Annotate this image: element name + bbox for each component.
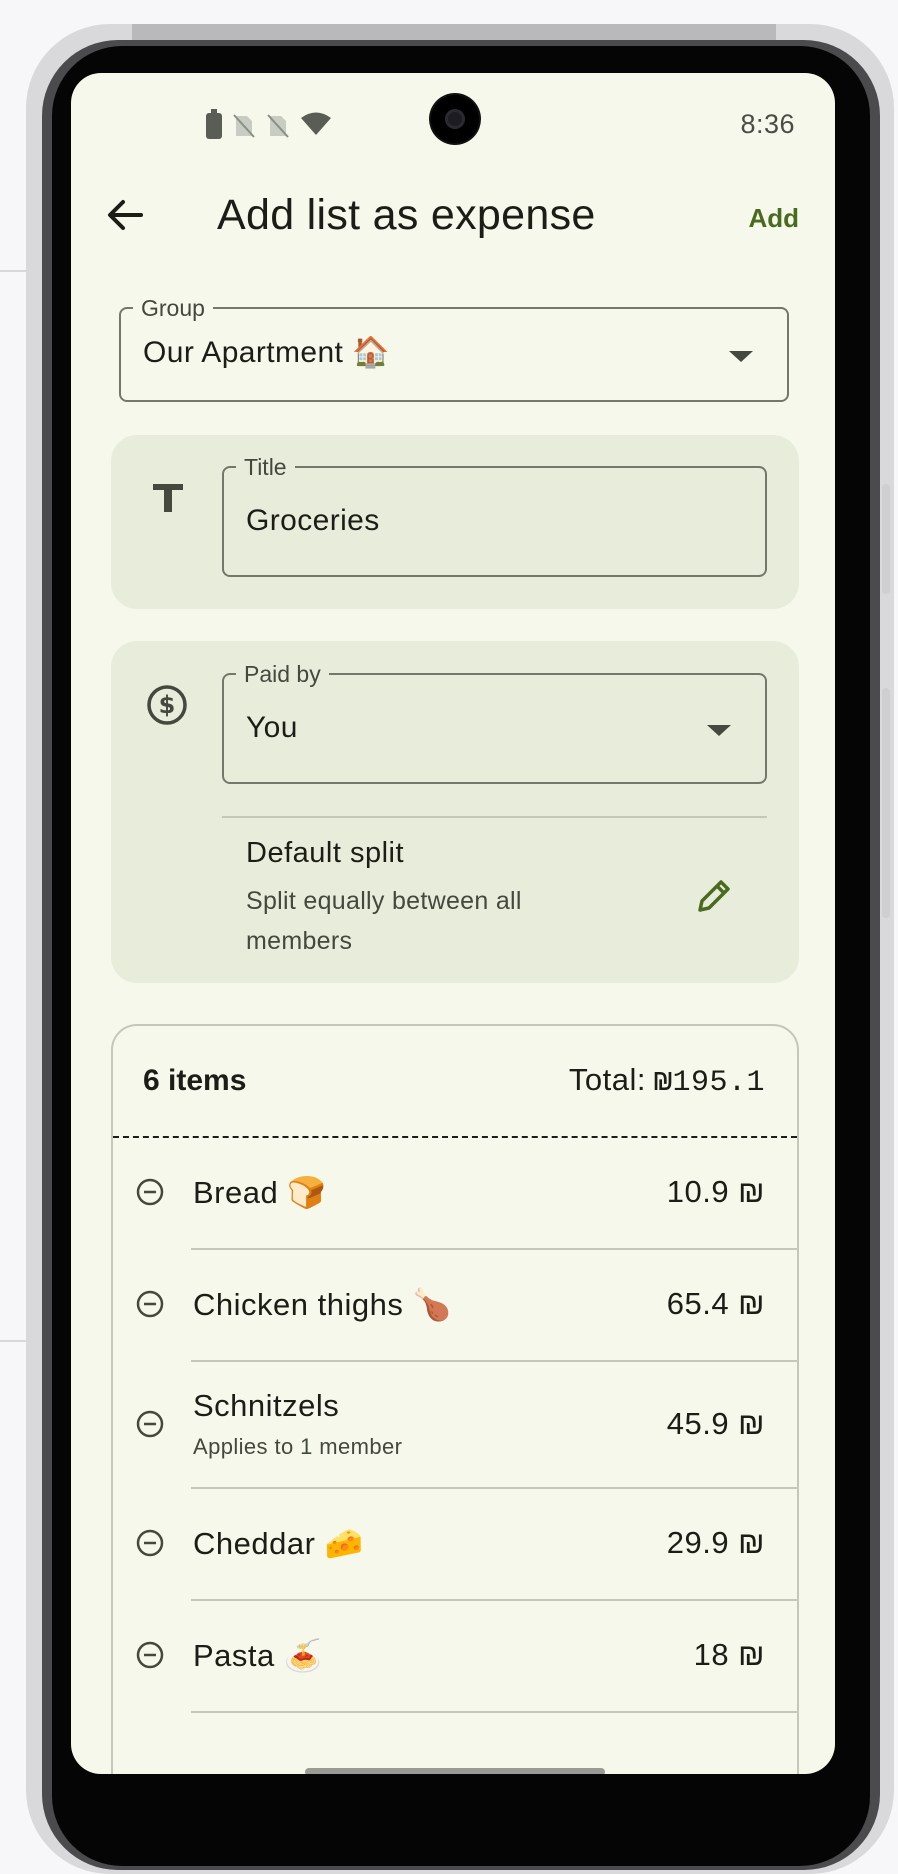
home-indicator[interactable]: [305, 1768, 605, 1774]
item-price: 10.9 ₪: [666, 1174, 765, 1209]
no-sim-icon: [232, 113, 256, 139]
item-name: Chicken thighs 🍗: [193, 1287, 452, 1322]
list-item[interactable]: Bread 🍞 10.9 ₪: [113, 1138, 797, 1250]
wifi-icon: [300, 111, 332, 142]
total-value: ₪195.1: [653, 1066, 765, 1100]
minus-circle-icon[interactable]: [136, 1529, 164, 1557]
split-divider: [222, 816, 767, 818]
items-count: 6 items: [143, 1064, 247, 1097]
list-item[interactable]: Schnitzels Applies to 1 member 45.9 ₪: [113, 1362, 797, 1489]
list-item[interactable]: Cheddar 🧀 29.9 ₪: [113, 1489, 797, 1601]
title-input[interactable]: Title Groceries: [222, 454, 767, 577]
item-name: Schnitzels: [193, 1388, 340, 1423]
payment-card: $ Paid by You Default split Split equall…: [111, 641, 799, 983]
item-subtitle: Applies to 1 member: [193, 1434, 403, 1459]
item-divider: [191, 1711, 797, 1713]
page-title: Add list as expense: [217, 191, 596, 239]
list-item[interactable]: Chicken thighs 🍗 65.4 ₪: [113, 1250, 797, 1362]
minus-circle-icon[interactable]: [136, 1178, 164, 1206]
group-dropdown[interactable]: Group Our Apartment 🏠: [119, 295, 789, 402]
dollar-circle-icon: $: [147, 685, 187, 725]
items-card: 6 items Total: ₪195.1 Bread 🍞 10.9 ₪ Chic…: [111, 1024, 799, 1774]
group-label: Group: [133, 295, 213, 321]
item-name: Bread 🍞: [193, 1175, 327, 1210]
status-time: 8:36: [740, 109, 795, 139]
battery-icon: [206, 109, 222, 139]
minus-circle-icon[interactable]: [136, 1410, 164, 1438]
status-icons: [206, 109, 332, 143]
split-title: Default split: [246, 837, 405, 869]
paid-by-dropdown[interactable]: Paid by You: [222, 661, 767, 784]
caret-down-icon: [729, 351, 753, 362]
item-name: Cheddar 🧀: [193, 1526, 364, 1561]
add-button[interactable]: Add: [748, 203, 799, 234]
background-divider: [0, 1340, 26, 1342]
text-t-icon: [153, 484, 183, 512]
item-name: Pasta 🍝: [193, 1638, 323, 1673]
background-divider: [0, 270, 26, 272]
item-price: 18 ₪: [693, 1637, 765, 1672]
paid-by-label: Paid by: [236, 661, 329, 687]
title-label: Title: [236, 454, 295, 480]
app-screen: 8:36 Add list as expense Add Group Our A…: [71, 73, 835, 1774]
title-value: Groceries: [246, 504, 380, 537]
split-description: Split equally between all members: [246, 887, 522, 955]
items-total: Total: ₪195.1: [569, 1062, 765, 1100]
list-item[interactable]: Pasta 🍝 18 ₪: [113, 1601, 797, 1713]
minus-circle-icon[interactable]: [136, 1641, 164, 1669]
item-price: 45.9 ₪: [666, 1406, 765, 1441]
title-card: Title Groceries: [111, 435, 799, 609]
device-side-button: [882, 484, 890, 594]
pencil-icon[interactable]: [695, 875, 735, 915]
camera-cutout: [431, 95, 479, 143]
item-price: 29.9 ₪: [666, 1525, 765, 1560]
item-price: 65.4 ₪: [666, 1286, 765, 1321]
svg-text:$: $: [159, 691, 176, 719]
minus-circle-icon[interactable]: [136, 1290, 164, 1318]
group-value: Our Apartment 🏠: [143, 336, 390, 369]
total-label: Total:: [568, 1062, 646, 1097]
paid-by-value: You: [246, 711, 298, 744]
device-side-button: [882, 688, 890, 918]
back-arrow-icon[interactable]: [105, 195, 145, 235]
no-sim-icon: [266, 113, 290, 139]
caret-down-icon: [707, 725, 731, 736]
